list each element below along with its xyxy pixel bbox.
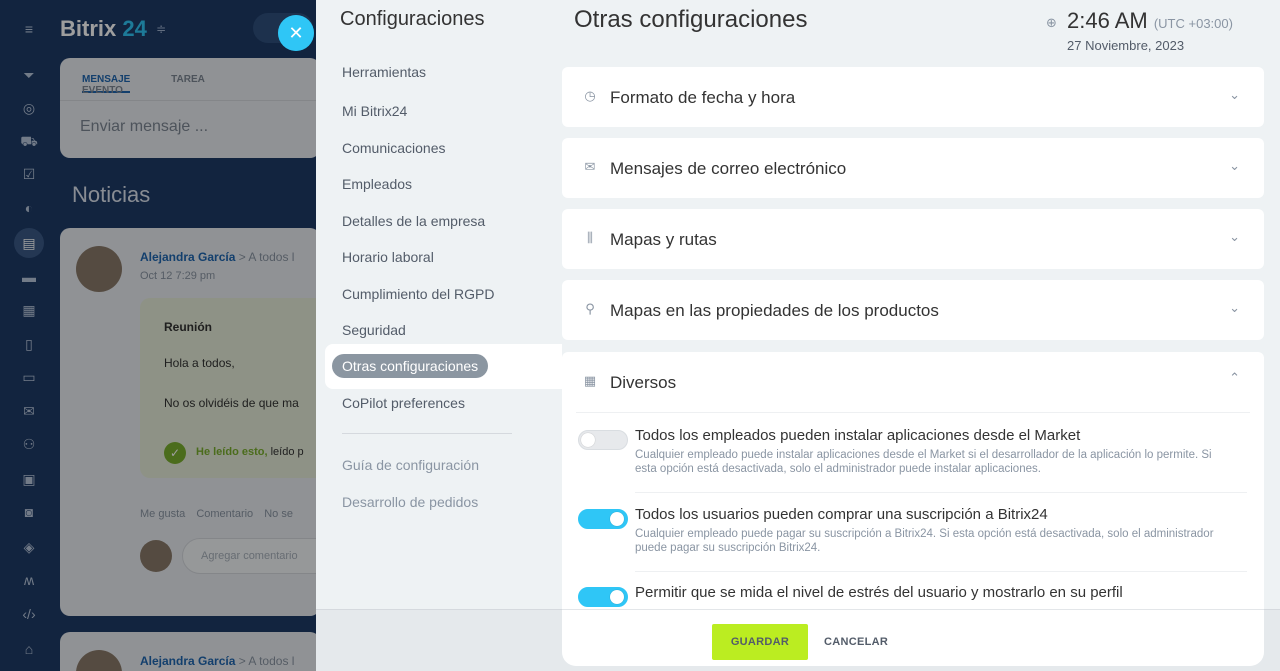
clock-icon: ◷ [584, 88, 596, 103]
settings-panel: Otras configuraciones ⊕ 2:46 AM (UTC +03… [562, 0, 1264, 666]
chevron-down-icon[interactable]: ⌄ [1229, 300, 1240, 316]
nav-item-herramientas[interactable]: Herramientas [342, 64, 426, 80]
nav-item-comunicaciones[interactable]: Comunicaciones [342, 140, 446, 156]
nav-item-otras-configuraciones[interactable]: Otras configuraciones [332, 354, 489, 378]
nav-item-seguridad[interactable]: Seguridad [342, 322, 406, 338]
mail-icon: ✉ [584, 159, 596, 174]
action-bar: GUARDAR CANCELAR [562, 609, 1264, 666]
chevron-down-icon[interactable]: ⌄ [1229, 87, 1240, 103]
section-title: Mapas y rutas [610, 230, 717, 249]
settings-nav-title: Configuraciones [340, 8, 485, 30]
nav-link-desarrollo[interactable]: Desarrollo de pedidos [342, 494, 478, 510]
divider [635, 492, 1247, 493]
section-title: Mapas en las propiedades de los producto… [610, 301, 939, 320]
option-description: Cualquier empleado puede instalar aplica… [635, 449, 1212, 475]
nav-item-copilot[interactable]: CoPilot preferences [342, 395, 465, 411]
cancel-button[interactable]: CANCELAR [824, 624, 888, 660]
map-pin-icon: ⚲ [585, 301, 595, 316]
section-title: Mensajes de correo electrónico [610, 159, 847, 178]
chevron-down-icon[interactable]: ⌄ [1229, 158, 1240, 174]
chevron-up-icon[interactable]: ⌃ [1229, 370, 1240, 386]
section-diversos: ▦ Diversos ⌃ Todos los empleados pueden … [562, 352, 1264, 622]
option-title: Todos los usuarios pueden comprar una su… [635, 506, 1048, 523]
section-correo[interactable]: ✉ Mensajes de correo electrónico ⌄ [562, 138, 1264, 198]
save-button[interactable]: GUARDAR [712, 624, 808, 660]
route-icon: ⫼ [587, 230, 593, 245]
nav-item-rgpd[interactable]: Cumplimiento del RGPD [342, 286, 495, 302]
toggle-market-apps[interactable] [578, 430, 628, 450]
page-title: Otras configuraciones [574, 6, 808, 33]
divider [342, 433, 512, 434]
option-description: Cualquier empleado puede pagar su suscri… [635, 528, 1214, 554]
nav-item-horario-laboral[interactable]: Horario laboral [342, 249, 434, 265]
divider [635, 571, 1247, 572]
toggle-subscription[interactable] [578, 509, 628, 529]
divider [576, 412, 1250, 413]
grid-icon: ▦ [583, 373, 597, 388]
nav-item-detalles-empresa[interactable]: Detalles de la empresa [342, 213, 485, 229]
section-mapas-productos[interactable]: ⚲ Mapas en las propiedades de los produc… [562, 280, 1264, 340]
clock-readout: 2:46 AM (UTC +03:00) [1067, 8, 1233, 33]
nav-item-mi-bitrix24[interactable]: Mi Bitrix24 [342, 103, 407, 119]
chevron-down-icon[interactable]: ⌄ [1229, 229, 1240, 245]
globe-icon: ⊕ [1046, 15, 1057, 30]
date-readout: 27 Noviembre, 2023 [1067, 38, 1185, 53]
section-title[interactable]: Diversos [610, 373, 676, 393]
section-title: Formato de fecha y hora [610, 88, 796, 107]
nav-link-guia[interactable]: Guía de configuración [342, 457, 479, 473]
nav-item-empleados[interactable]: Empleados [342, 176, 412, 192]
close-icon[interactable]: ✕ [278, 15, 314, 51]
option-title: Permitir que se mida el nivel de estrés … [635, 584, 1123, 601]
option-title: Todos los empleados pueden instalar apli… [635, 427, 1081, 444]
section-mapas-rutas[interactable]: ⫼ Mapas y rutas ⌄ [562, 209, 1264, 269]
toggle-stress-level[interactable] [578, 587, 628, 607]
section-fecha-hora[interactable]: ◷ Formato de fecha y hora ⌄ [562, 67, 1264, 127]
